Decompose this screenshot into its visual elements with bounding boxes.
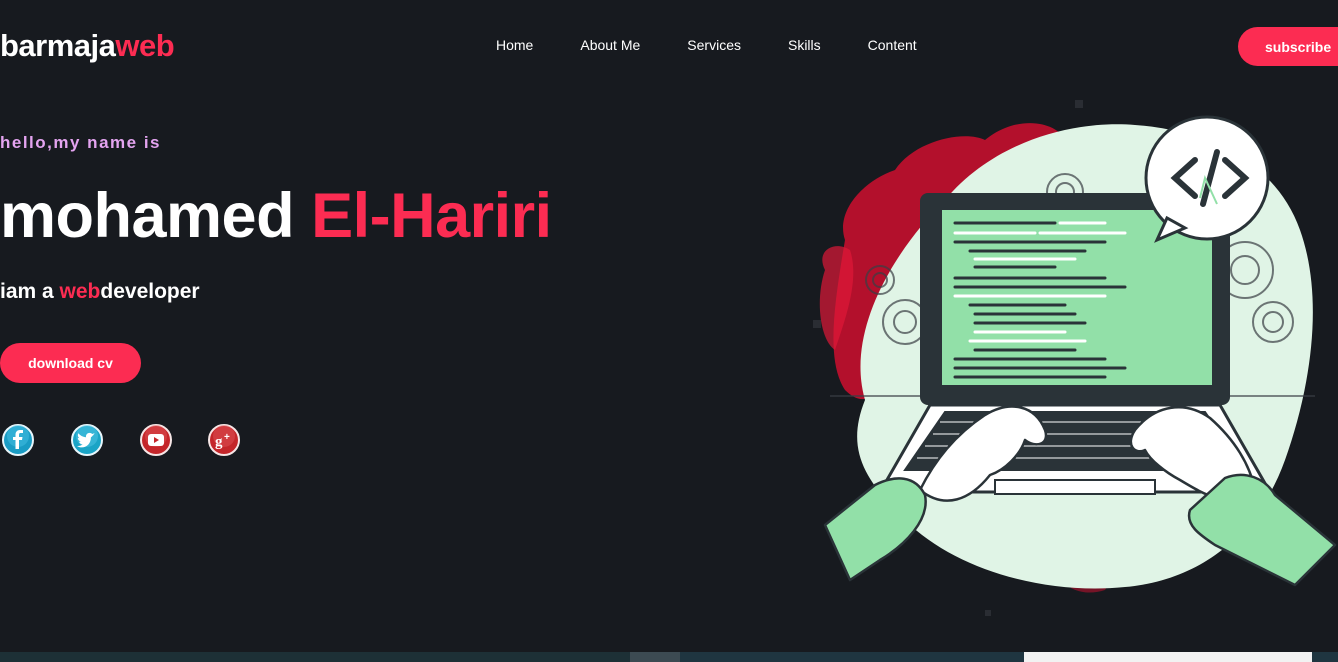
hero-last-name: El-Hariri bbox=[311, 181, 552, 251]
developer-illustration bbox=[805, 100, 1338, 630]
youtube-icon[interactable] bbox=[139, 423, 172, 456]
hero-name: mohamed El-Hariri bbox=[0, 180, 552, 252]
main-nav: Home About Me Services Skills Content bbox=[480, 37, 917, 53]
nav-link-content[interactable]: Content bbox=[868, 37, 917, 53]
svg-text:+: + bbox=[224, 432, 230, 443]
taskbar-search-area[interactable] bbox=[0, 652, 630, 662]
svg-text:g: g bbox=[215, 434, 223, 450]
code-bubble bbox=[1144, 115, 1270, 243]
nav-link-services[interactable]: Services bbox=[687, 37, 741, 53]
brand-logo[interactable]: barmajaweb bbox=[0, 28, 175, 64]
brand-name-main: barmaja bbox=[0, 28, 116, 63]
nav-link-home[interactable]: Home bbox=[496, 37, 533, 53]
twitter-icon[interactable] bbox=[70, 423, 103, 456]
hero-role: iam a webdeveloper bbox=[0, 280, 200, 304]
role-prefix: iam a bbox=[0, 280, 60, 303]
nav-link-skills[interactable]: Skills bbox=[788, 37, 821, 53]
os-taskbar bbox=[0, 652, 1338, 662]
brand-name-accent: web bbox=[115, 28, 175, 63]
role-highlight: web bbox=[59, 280, 101, 303]
facebook-icon[interactable] bbox=[1, 423, 34, 456]
hero-first-name: mohamed bbox=[0, 181, 295, 251]
landing-page: barmajaweb Home About Me Services Skills… bbox=[0, 0, 1338, 662]
subscribe-button[interactable]: subscribe bbox=[1238, 27, 1338, 66]
download-cv-button[interactable]: download cv bbox=[0, 343, 141, 383]
hero-greeting: hello,my name is bbox=[0, 133, 161, 152]
google-plus-icon[interactable]: g + bbox=[207, 423, 240, 456]
taskbar-app-button[interactable] bbox=[630, 652, 680, 662]
role-suffix: developer bbox=[100, 280, 200, 303]
nav-link-about-me[interactable]: About Me bbox=[580, 37, 640, 53]
taskbar-tray[interactable] bbox=[1024, 652, 1312, 662]
